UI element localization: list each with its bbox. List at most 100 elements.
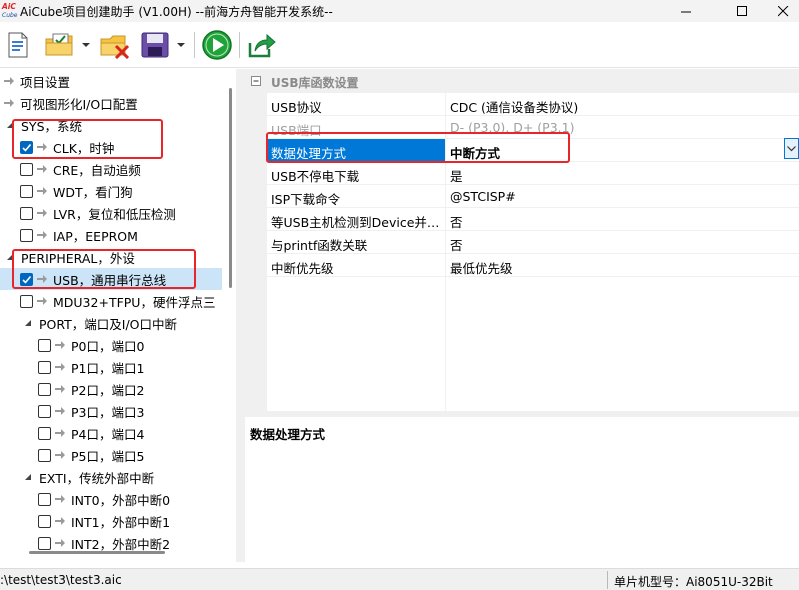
arrow-right-icon (55, 451, 65, 459)
window-title: AiCube项目创建助手 (V1.00H) --前海方舟智能开发系统-- (20, 5, 333, 19)
minimize-button[interactable] (663, 0, 709, 22)
arrow-right-icon (37, 275, 47, 283)
property-name: USB协议 (271, 100, 322, 115)
tree-horizontal-scrollbar[interactable] (29, 551, 165, 554)
tree-item-p1[interactable]: P1口，端口1 (0, 356, 144, 378)
property-value[interactable]: 是 (450, 166, 463, 185)
property-value[interactable]: 否 (450, 235, 463, 254)
tree-item-iap[interactable]: IAP，EEPROM (0, 224, 138, 246)
tree-item-lvr[interactable]: LVR，复位和低压检测 (0, 202, 176, 224)
tree-item-label: CLK，时钟 (53, 140, 115, 156)
arrow-right-icon (4, 77, 14, 85)
p5-checkbox[interactable] (38, 448, 51, 462)
tree-item-label: 可视图形化I/O口配置 (20, 96, 138, 112)
tree-item-exti-group[interactable]: EXTI，传统外部中断 (0, 466, 154, 488)
arrow-right-icon (55, 341, 65, 349)
property-grid-margin (245, 69, 267, 411)
export-button[interactable] (246, 29, 278, 61)
export-arrow-icon (248, 33, 276, 58)
tree-item-p0[interactable]: P0口，端口0 (0, 334, 144, 356)
close-window-button[interactable] (760, 0, 799, 22)
tree-item-label: P0口，端口0 (71, 338, 145, 354)
property-panel: USB库函数设置 USB协议 CDC (通信设备类协议) USB端口 D- (P… (245, 69, 799, 562)
property-row-usb-port[interactable]: USB端口 D- (P3.0), D+ (P3.1) (267, 116, 799, 139)
tree-vertical-scrollbar[interactable] (229, 88, 232, 288)
iap-checkbox[interactable] (20, 228, 33, 242)
tree-item-p2[interactable]: P2口，端口2 (0, 378, 144, 400)
arrow-right-icon (55, 517, 65, 525)
int0-checkbox[interactable] (38, 492, 51, 506)
tree-item-peripheral-group[interactable]: PERIPHERAL，外设 (0, 246, 135, 268)
property-row-usb-protocol[interactable]: USB协议 CDC (通信设备类协议) (267, 93, 799, 116)
property-row-isp-command[interactable]: ISP下载命令 @STCISP# (267, 185, 799, 208)
mdu32-checkbox[interactable] (20, 294, 33, 308)
tree-item-sys-group[interactable]: SYS，系统 (0, 114, 82, 136)
arrow-right-icon (55, 495, 65, 503)
collapse-minus-icon[interactable] (251, 76, 261, 86)
property-value[interactable]: 最低优先级 (450, 258, 513, 277)
p2-checkbox[interactable] (38, 382, 51, 396)
usb-checkbox[interactable] (20, 272, 33, 286)
property-category[interactable]: USB库函数设置 (245, 69, 799, 93)
tree-item-clk[interactable]: CLK，时钟 (0, 136, 114, 158)
property-value: D- (P3.0), D+ (P3.1) (450, 120, 575, 135)
cre-checkbox[interactable] (20, 162, 33, 176)
int2-checkbox[interactable] (38, 536, 51, 550)
expanded-triangle-icon (7, 122, 13, 128)
open-dropdown-button[interactable] (80, 29, 92, 61)
tree-item-label: P3口，端口3 (71, 404, 145, 420)
property-row-printf[interactable]: 与printf函数关联 否 (267, 231, 799, 254)
chevron-down-icon (177, 43, 185, 47)
lvr-checkbox[interactable] (20, 206, 33, 220)
tree-item-usb[interactable]: USB，通用串行总线 (0, 268, 222, 290)
description-panel: 数据处理方式 (245, 417, 799, 562)
p1-checkbox[interactable] (38, 360, 51, 374)
property-value[interactable]: @STCISP# (450, 189, 516, 204)
tree-item-p3[interactable]: P3口，端口3 (0, 400, 144, 422)
tree-item-io-config[interactable]: 可视图形化I/O口配置 (0, 92, 138, 114)
property-value[interactable]: 中断方式 (450, 143, 500, 162)
toolbar-separator (194, 32, 195, 58)
maximize-button[interactable] (719, 0, 765, 22)
clk-checkbox[interactable] (20, 140, 33, 154)
arrow-right-icon (37, 297, 47, 305)
wdt-checkbox[interactable] (20, 184, 33, 198)
save-project-button[interactable] (138, 29, 172, 61)
toolbar-separator (239, 32, 240, 58)
close-project-button[interactable] (98, 29, 132, 61)
tree-item-int1[interactable]: INT1，外部中断1 (0, 510, 170, 532)
tree-panel: 项目设置 可视图形化I/O口配置 SYS，系统 CLK，时钟 CRE，自动追频 … (0, 69, 236, 562)
tree-item-p4[interactable]: P4口，端口4 (0, 422, 144, 444)
property-row-wait-usb-host[interactable]: 等USB主机检测到Device并… 否 (267, 208, 799, 231)
property-value[interactable]: CDC (通信设备类协议) (450, 97, 578, 116)
open-project-button[interactable] (42, 29, 80, 61)
expanded-triangle-icon (25, 320, 31, 326)
minimize-icon (680, 11, 691, 12)
panel-splitter[interactable] (236, 69, 245, 562)
tree-item-label: PORT，端口及I/O口中断 (39, 316, 178, 332)
tree-item-p5[interactable]: P5口，端口5 (0, 444, 144, 466)
property-value[interactable]: 否 (450, 212, 463, 231)
tree-item-project-settings[interactable]: 项目设置 (0, 70, 70, 92)
int1-checkbox[interactable] (38, 514, 51, 528)
p0-checkbox[interactable] (38, 338, 51, 352)
tree-item-port-group[interactable]: PORT，端口及I/O口中断 (0, 312, 177, 334)
svg-text:Cube: Cube (2, 12, 18, 19)
tree-item-int0[interactable]: INT0，外部中断0 (0, 488, 170, 510)
new-project-button[interactable] (4, 29, 32, 61)
tree-item-wdt[interactable]: WDT，看门狗 (0, 180, 133, 202)
property-row-usb-download[interactable]: USB不停电下载 是 (267, 162, 799, 185)
arrow-right-icon (37, 209, 47, 217)
value-dropdown-button[interactable] (784, 138, 799, 159)
tree-item-mdu32[interactable]: MDU32+TFPU，硬件浮点三 (0, 290, 215, 312)
save-dropdown-button[interactable] (174, 29, 188, 61)
p3-checkbox[interactable] (38, 404, 51, 418)
run-button[interactable] (200, 29, 234, 61)
tree-item-label: P4口，端口4 (71, 426, 145, 442)
property-row-interrupt-priority[interactable]: 中断优先级 最低优先级 (267, 254, 799, 277)
tree-item-cre[interactable]: CRE，自动追频 (0, 158, 141, 180)
p4-checkbox[interactable] (38, 426, 51, 440)
tree-item-label: EXTI，传统外部中断 (39, 470, 155, 486)
property-row-data-processing[interactable]: 数据处理方式 中断方式 (267, 139, 799, 162)
chevron-down-icon (82, 43, 90, 47)
